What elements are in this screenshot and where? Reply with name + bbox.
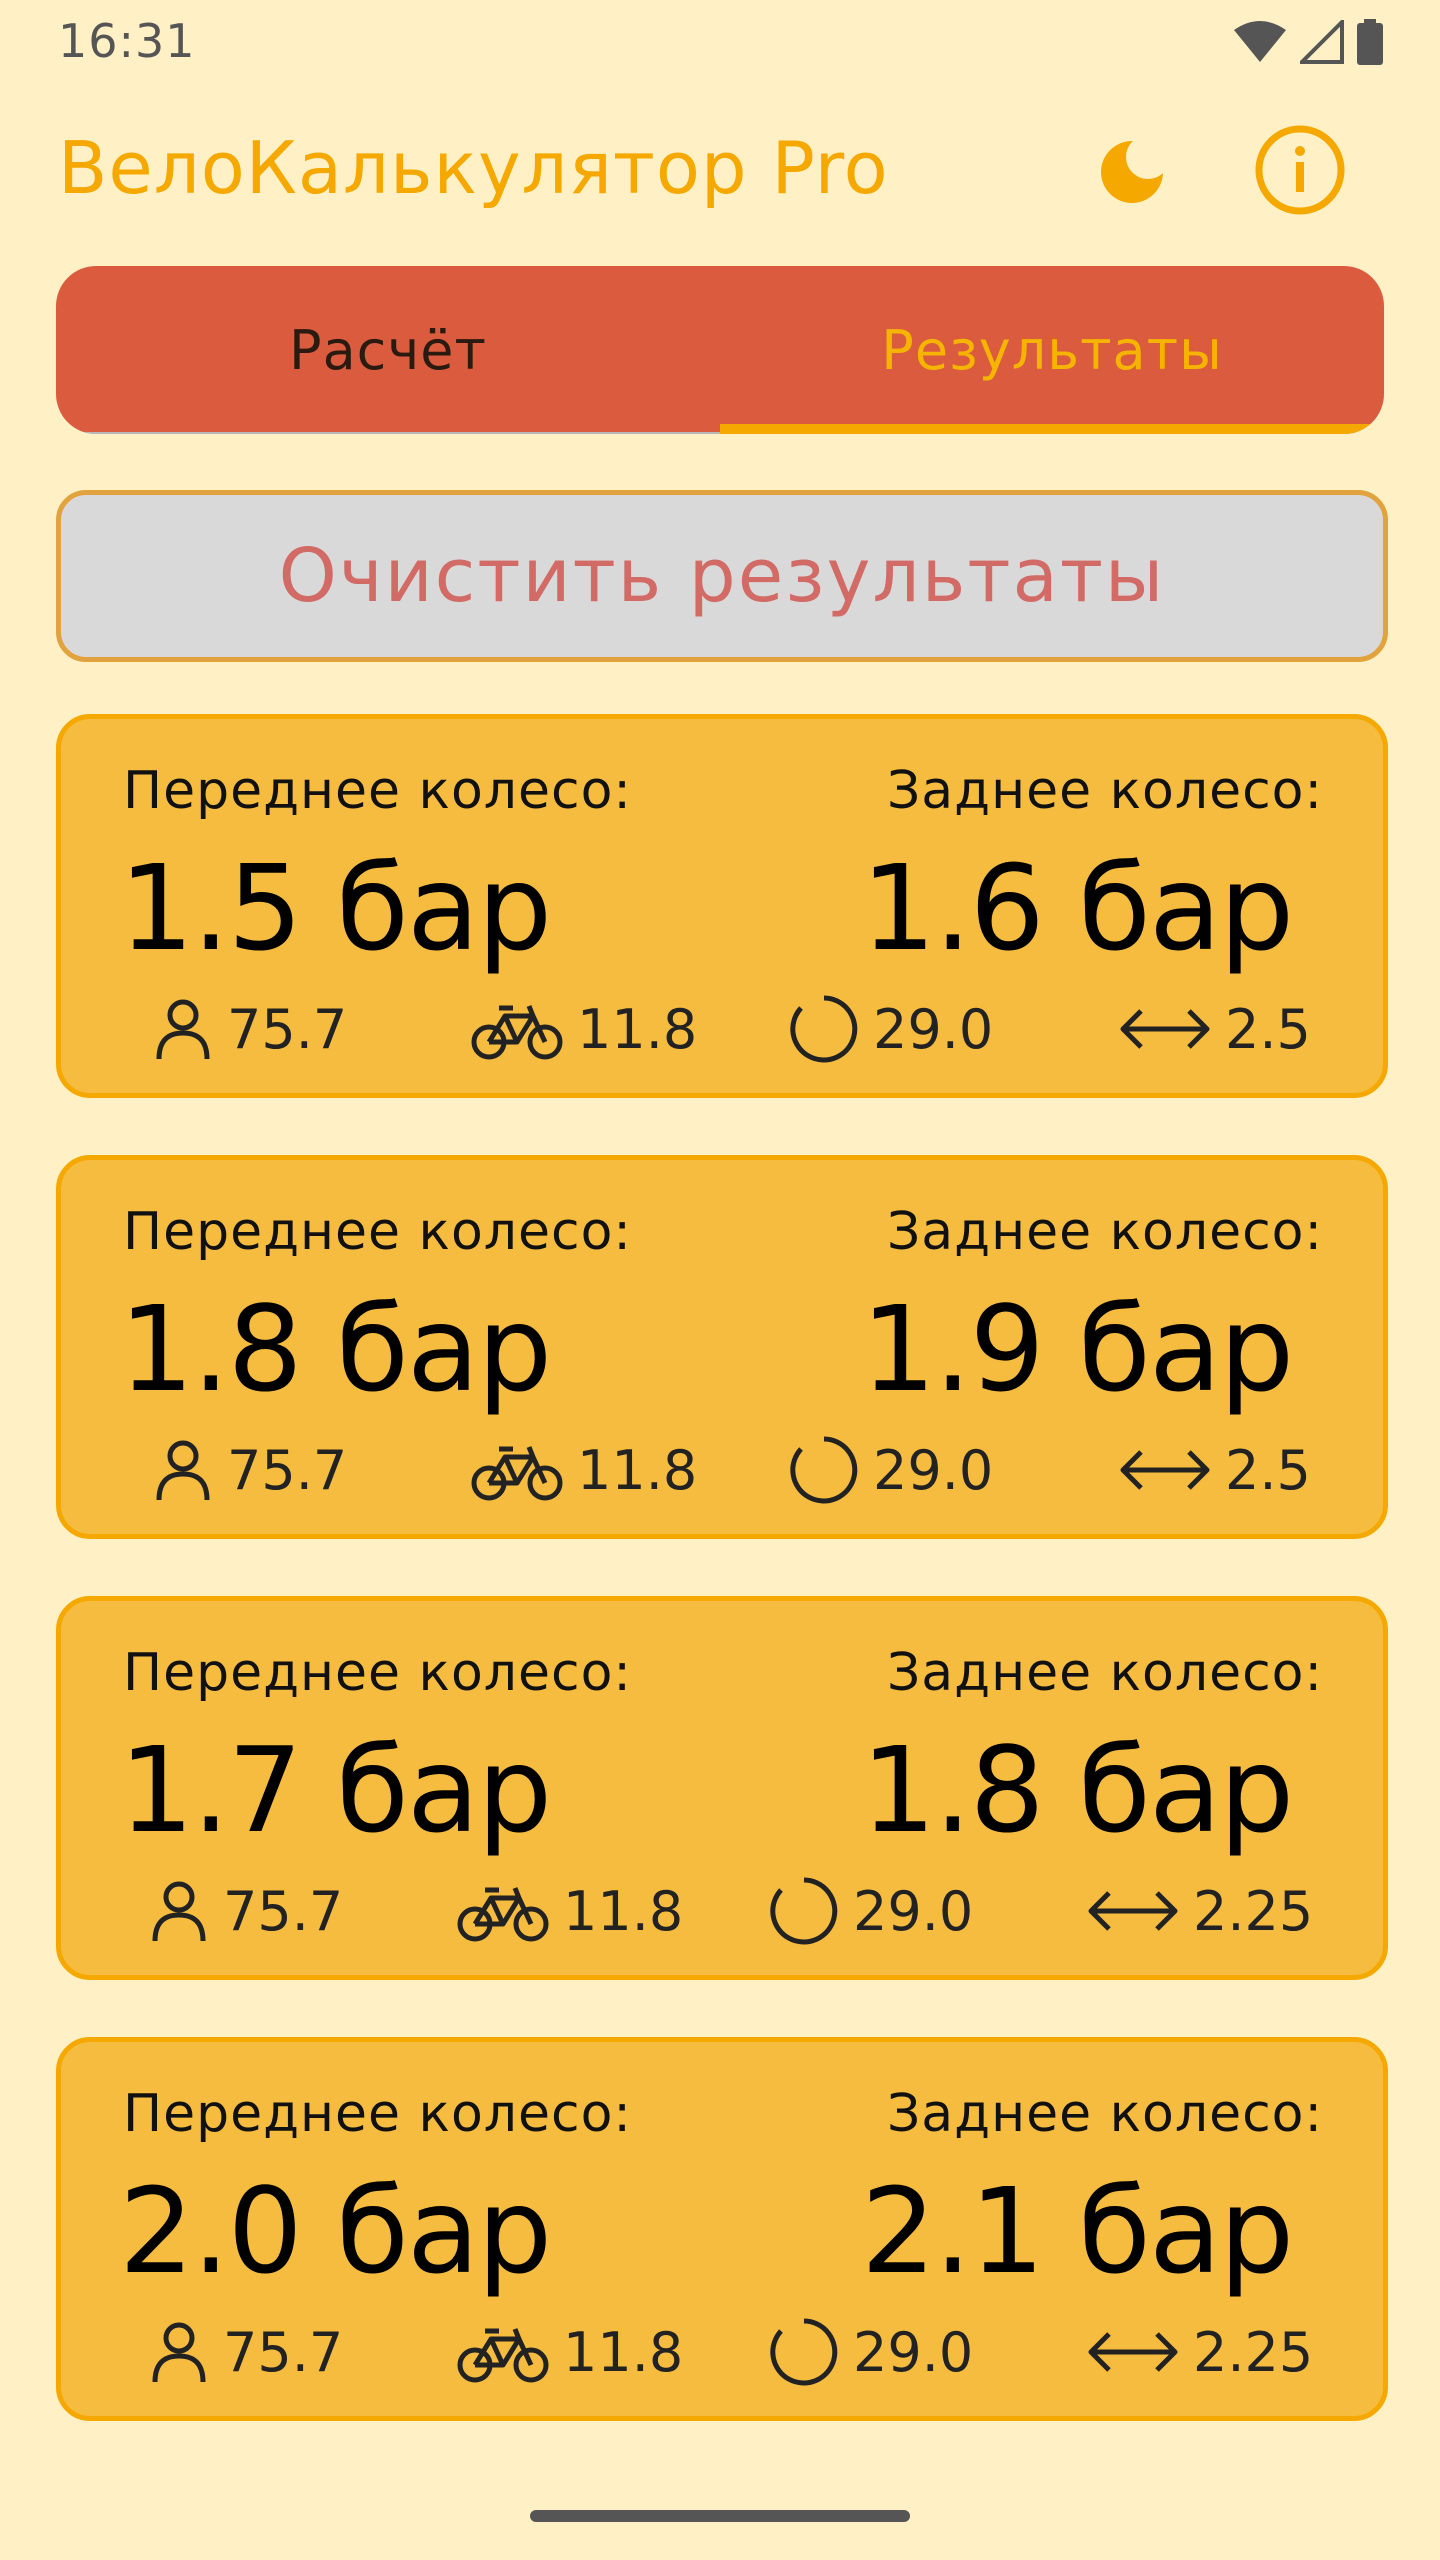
front-wheel-label: Переднее колесо: [123,1643,632,1703]
front-pressure: 1.8 бар [119,1280,552,1418]
front-pressure: 1.7 бар [119,1721,552,1859]
rider-weight-value: 75.7 [223,1879,344,1943]
wheel-size: 29.0 [789,1430,993,1510]
app-title: ВелоКалькулятор Pro [58,126,889,210]
width-arrows-icon [1088,2332,1178,2372]
bike-weight: 11.8 [457,2312,683,2392]
wheel-size-value: 29.0 [853,1879,974,1943]
rear-wheel-label: Заднее колесо: [886,761,1323,821]
wheel-size: 29.0 [769,2312,973,2392]
front-pressure: 1.5 бар [119,839,552,977]
rear-pressure: 1.8 бар [861,1721,1294,1859]
rider-weight-value: 75.7 [227,997,348,1061]
front-pressure: 2.0 бар [119,2162,552,2300]
tab-results[interactable]: Результаты [720,266,1384,434]
bicycle-icon [457,1887,549,1942]
bike-weight: 11.8 [457,1871,683,1951]
wheel-size-value: 29.0 [853,2320,974,2384]
width-arrows-icon [1120,1450,1210,1490]
width-arrows-icon [1120,1009,1210,1049]
wheel-size: 29.0 [789,989,993,1069]
rear-wheel-label: Заднее колесо: [886,1202,1323,1262]
person-icon [156,999,210,1060]
tire-width-value: 2.5 [1225,997,1311,1061]
rider-weight: 75.7 [149,2312,343,2392]
rider-weight: 75.7 [153,1430,347,1510]
rear-wheel-label: Заднее колесо: [886,1643,1323,1703]
bicycle-icon [457,2328,549,2383]
home-indicator[interactable] [530,2510,910,2522]
person-icon [152,2322,206,2383]
bike-weight: 11.8 [471,989,697,1069]
result-card[interactable]: Переднее колесо: Заднее колесо: 1.8 бар 1.9… [56,1155,1388,1539]
wheel-circle-icon [790,1436,858,1504]
signal-icon [1300,20,1344,64]
tire-width: 2.5 [1119,1430,1311,1510]
tire-width-value: 2.25 [1193,2320,1314,2384]
front-wheel-label: Переднее колесо: [123,1202,632,1262]
wheel-circle-icon [770,2318,838,2386]
bike-weight-value: 11.8 [563,2320,684,2384]
person-icon [156,1440,210,1501]
wheel-circle-icon [770,1877,838,1945]
battery-icon [1357,19,1383,65]
tire-width: 2.5 [1119,989,1311,1069]
front-wheel-label: Переднее колесо: [123,761,632,821]
rider-weight-value: 75.7 [227,1438,348,1502]
status-bar: 16:31 [0,0,1440,80]
rear-pressure: 2.1 бар [861,2162,1294,2300]
rear-pressure: 1.9 бар [861,1280,1294,1418]
rider-weight-value: 75.7 [223,2320,344,2384]
tab-calculation[interactable]: Расчёт [56,266,720,434]
info-button[interactable] [1252,122,1348,218]
bicycle-icon [471,1005,563,1060]
app-bar: ВелоКалькулятор Pro [0,100,1440,240]
result-card[interactable]: Переднее колесо: Заднее колесо: 1.5 бар 1.6… [56,714,1388,1098]
tire-width-value: 2.25 [1193,1879,1314,1943]
wheel-circle-icon [790,995,858,1063]
width-arrows-icon [1088,1891,1178,1931]
bicycle-icon [471,1446,563,1501]
bike-weight-value: 11.8 [577,1438,698,1502]
dark-mode-icon [1101,135,1167,203]
clear-results-button[interactable]: Очистить результаты [56,490,1388,662]
tab-bar: Расчёт Результаты [56,266,1384,434]
rider-weight: 75.7 [153,989,347,1069]
rear-wheel-label: Заднее колесо: [886,2084,1323,2144]
info-icon [1255,125,1345,215]
bike-weight-value: 11.8 [563,1879,684,1943]
tab-indicator [720,424,1384,434]
dark-mode-button[interactable] [1084,122,1180,218]
tire-width: 2.25 [1087,2312,1313,2392]
result-card[interactable]: Переднее колесо: Заднее колесо: 2.0 бар 2.1… [56,2037,1388,2421]
person-icon [152,1881,206,1942]
tire-width: 2.25 [1087,1871,1313,1951]
result-card[interactable]: Переднее колесо: Заднее колесо: 1.7 бар 1.8… [56,1596,1388,1980]
status-time: 16:31 [58,14,196,68]
bike-weight-value: 11.8 [577,997,698,1061]
wheel-size-value: 29.0 [873,1438,994,1502]
rider-weight: 75.7 [149,1871,343,1951]
bike-weight: 11.8 [471,1430,697,1510]
tire-width-value: 2.5 [1225,1438,1311,1502]
rear-pressure: 1.6 бар [861,839,1294,977]
front-wheel-label: Переднее колесо: [123,2084,632,2144]
status-icons [1232,18,1384,66]
wheel-size: 29.0 [769,1871,973,1951]
wifi-icon [1234,21,1286,62]
wheel-size-value: 29.0 [873,997,994,1061]
